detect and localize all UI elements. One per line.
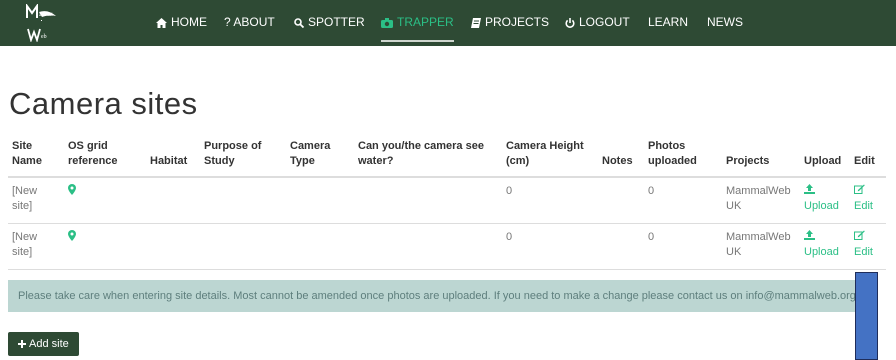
water-cell bbox=[354, 223, 502, 270]
nav-home[interactable]: HOME bbox=[156, 0, 207, 46]
nav-spotter[interactable]: SPOTTER bbox=[294, 0, 365, 46]
col-notes: Notes bbox=[598, 136, 644, 178]
upload-icon bbox=[804, 230, 815, 240]
add-site-label: Add site bbox=[29, 338, 69, 350]
upload-link[interactable]: Upload bbox=[804, 230, 846, 260]
nav-logout[interactable]: LOGOUT bbox=[565, 0, 630, 46]
purpose-cell bbox=[200, 177, 286, 224]
map-marker-icon[interactable] bbox=[68, 184, 76, 195]
photos-uploaded-cell: 0 bbox=[644, 223, 722, 270]
habitat-cell bbox=[146, 223, 200, 270]
upload-cell: Upload bbox=[800, 177, 850, 224]
upload-link[interactable]: Upload bbox=[804, 184, 846, 214]
site-name-cell: [New site] bbox=[8, 177, 64, 224]
svg-text:eb: eb bbox=[41, 34, 47, 40]
overlay-blue-rectangle bbox=[855, 272, 878, 360]
col-site-name: Site Name bbox=[8, 136, 64, 178]
upload-label: Upload bbox=[804, 200, 839, 212]
book-icon bbox=[471, 18, 481, 28]
projects-cell: MammalWeb UK bbox=[722, 223, 800, 270]
nav-home-label: HOME bbox=[171, 15, 207, 29]
map-marker-icon[interactable] bbox=[68, 230, 76, 241]
nav-about-label: ? ABOUT bbox=[224, 15, 275, 29]
nav-trapper[interactable]: TRAPPER bbox=[381, 0, 454, 46]
water-cell bbox=[354, 177, 502, 224]
site-name-cell: [New site] bbox=[8, 223, 64, 270]
power-icon bbox=[565, 18, 575, 28]
projects-cell: MammalWeb UK bbox=[722, 177, 800, 224]
nav-news[interactable]: NEWS bbox=[707, 0, 743, 46]
purpose-cell bbox=[200, 223, 286, 270]
edit-cell: Edit bbox=[850, 177, 886, 224]
edit-label: Edit bbox=[854, 200, 873, 212]
grid-ref-cell bbox=[64, 177, 146, 224]
col-purpose-of-study: Purpose of Study bbox=[200, 136, 286, 178]
home-icon bbox=[156, 18, 167, 28]
col-upload: Upload bbox=[800, 136, 850, 178]
nav-logout-label: LOGOUT bbox=[579, 15, 630, 29]
camera-type-cell bbox=[286, 177, 354, 224]
table-header-row: Site Name OS grid reference Habitat Purp… bbox=[8, 136, 886, 178]
camera-height-cell: 0 bbox=[502, 223, 598, 270]
active-tab-indicator bbox=[381, 40, 454, 42]
nav-projects-label: PROJECTS bbox=[485, 15, 550, 29]
mammalweb-logo[interactable]: ammal eb bbox=[24, 2, 60, 43]
info-notice: Please take care when entering site deta… bbox=[8, 280, 872, 312]
camera-icon bbox=[381, 18, 393, 28]
svg-text:ammal: ammal bbox=[39, 13, 53, 18]
edit-icon bbox=[854, 184, 865, 194]
nav-learn[interactable]: LEARN bbox=[648, 0, 688, 46]
col-os-grid-reference: OS grid reference bbox=[64, 136, 146, 178]
notes-cell bbox=[598, 223, 644, 270]
notes-cell bbox=[598, 177, 644, 224]
col-camera-type: Camera Type bbox=[286, 136, 354, 178]
nav-spotter-label: SPOTTER bbox=[308, 15, 365, 29]
col-edit: Edit bbox=[850, 136, 886, 178]
upload-label: Upload bbox=[804, 246, 839, 258]
upload-cell: Upload bbox=[800, 223, 850, 270]
col-camera-height: Camera Height (cm) bbox=[502, 136, 598, 178]
col-projects: Projects bbox=[722, 136, 800, 178]
plus-icon bbox=[18, 340, 26, 348]
photos-uploaded-cell: 0 bbox=[644, 177, 722, 224]
grid-ref-cell bbox=[64, 223, 146, 270]
camera-sites-table: Site Name OS grid reference Habitat Purp… bbox=[8, 136, 886, 270]
col-photos-uploaded: Photos uploaded bbox=[644, 136, 722, 178]
upload-icon bbox=[804, 184, 815, 194]
col-water: Can you/the camera see water? bbox=[354, 136, 502, 178]
nav-trapper-label: TRAPPER bbox=[397, 15, 454, 29]
table-row: [New site] 0 0 MammalWeb UK Upload Edit bbox=[8, 177, 886, 224]
search-icon bbox=[294, 18, 305, 29]
nav-learn-label: LEARN bbox=[648, 15, 689, 29]
camera-height-cell: 0 bbox=[502, 177, 598, 224]
col-habitat: Habitat bbox=[146, 136, 200, 178]
edit-label: Edit bbox=[854, 246, 873, 258]
table-row: [New site] 0 0 MammalWeb UK Upload Edit bbox=[8, 223, 886, 270]
add-site-button[interactable]: Add site bbox=[8, 332, 79, 356]
page-title: Camera sites bbox=[9, 86, 198, 121]
edit-cell: Edit bbox=[850, 223, 886, 270]
edit-link[interactable]: Edit bbox=[854, 184, 882, 214]
nav-news-label: NEWS bbox=[707, 15, 743, 29]
nav-about[interactable]: ? ABOUT bbox=[224, 0, 275, 46]
edit-icon bbox=[854, 230, 865, 240]
camera-type-cell bbox=[286, 223, 354, 270]
habitat-cell bbox=[146, 177, 200, 224]
edit-link[interactable]: Edit bbox=[854, 230, 882, 260]
top-navbar: ammal eb HOME ? ABOUT SPOTTER TRAPPER PR… bbox=[0, 0, 896, 46]
nav-projects[interactable]: PROJECTS bbox=[471, 0, 549, 46]
